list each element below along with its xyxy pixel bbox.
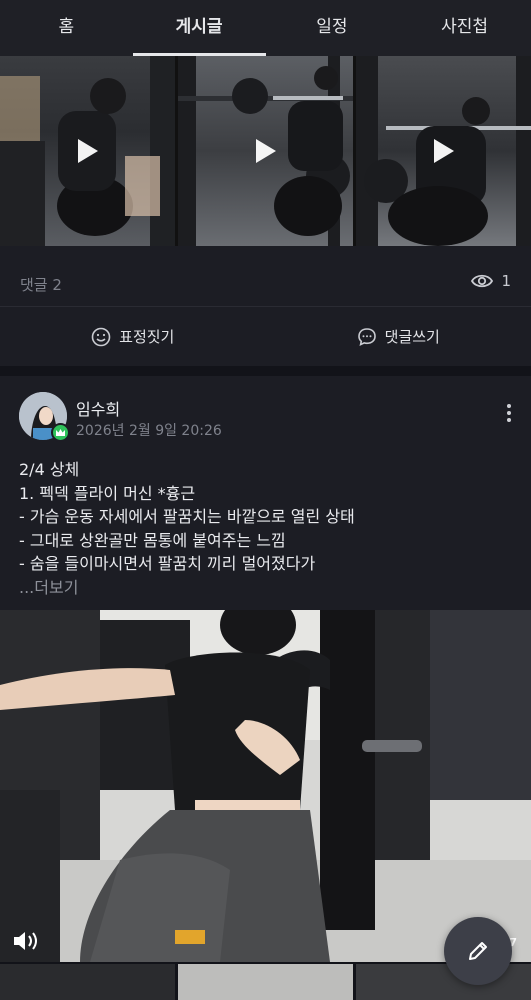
video-thumbnail[interactable] [178, 56, 353, 246]
media-thumbnail[interactable] [0, 964, 175, 1000]
post-body-line: - 그대로 상완골만 몸통에 붙여주는 느낌 [19, 530, 286, 550]
author-name[interactable]: 임수희 [76, 396, 120, 420]
eye-icon [471, 274, 494, 288]
write-post-button[interactable] [444, 917, 512, 985]
post-actions: 표정짓기 댓글쓰기 [0, 306, 531, 366]
react-label: 표정짓기 [119, 328, 175, 346]
post-card: 임수희 2026년 2월 9일 20:26 2/4 상체 1. 펙덱 플라이 머… [0, 376, 531, 610]
sound-icon[interactable] [12, 930, 42, 956]
post-body-line: 1. 펙덱 플라이 머신 *흉근 [19, 483, 196, 503]
media-thumbnail[interactable] [178, 964, 353, 1000]
post-body-line: 2/4 상체 [19, 460, 80, 479]
tab-home[interactable]: 홈 [0, 0, 133, 56]
more-options-icon[interactable] [507, 404, 511, 424]
tab-schedule[interactable]: 일정 [266, 0, 399, 56]
react-button[interactable]: 표정짓기 [0, 307, 266, 366]
post-photo[interactable] [0, 610, 531, 962]
write-comment-label: 댓글쓰기 [384, 328, 440, 346]
post-meta: 댓글 2 1 [0, 246, 531, 306]
post-body-line: - 숨을 들이마시면서 팔꿈치 끼리 멀어졌다가 [19, 554, 316, 573]
comment-icon [357, 327, 376, 346]
see-more-link[interactable]: ...더보기 [19, 576, 519, 600]
view-count: 1 [471, 272, 511, 290]
write-comment-button[interactable]: 댓글쓰기 [266, 307, 531, 366]
crown-badge-icon [51, 423, 70, 442]
video-thumbnail[interactable] [0, 56, 175, 246]
post-date: 2026년 2월 9일 20:26 [76, 423, 222, 439]
video-thumbnail[interactable] [356, 56, 531, 246]
tab-posts[interactable]: 게시글 [132, 0, 266, 56]
smile-icon [91, 327, 111, 346]
play-icon [433, 139, 454, 163]
comment-count[interactable]: 댓글 2 [20, 274, 62, 295]
tab-album[interactable]: 사진첩 [398, 0, 531, 56]
post-body: 2/4 상체 1. 펙덱 플라이 머신 *흉근 - 가슴 운동 자세에서 팔꿈치… [19, 458, 519, 599]
pencil-icon [469, 942, 487, 960]
view-count-value: 1 [501, 272, 511, 290]
play-icon [255, 139, 276, 163]
top-tab-bar: 홈 게시글 일정 사진첩 [0, 0, 531, 56]
post-media-strip [0, 56, 531, 246]
play-icon [77, 139, 98, 163]
post-body-line: - 가슴 운동 자세에서 팔꿈치는 바깥으로 열린 상태 [19, 507, 355, 526]
